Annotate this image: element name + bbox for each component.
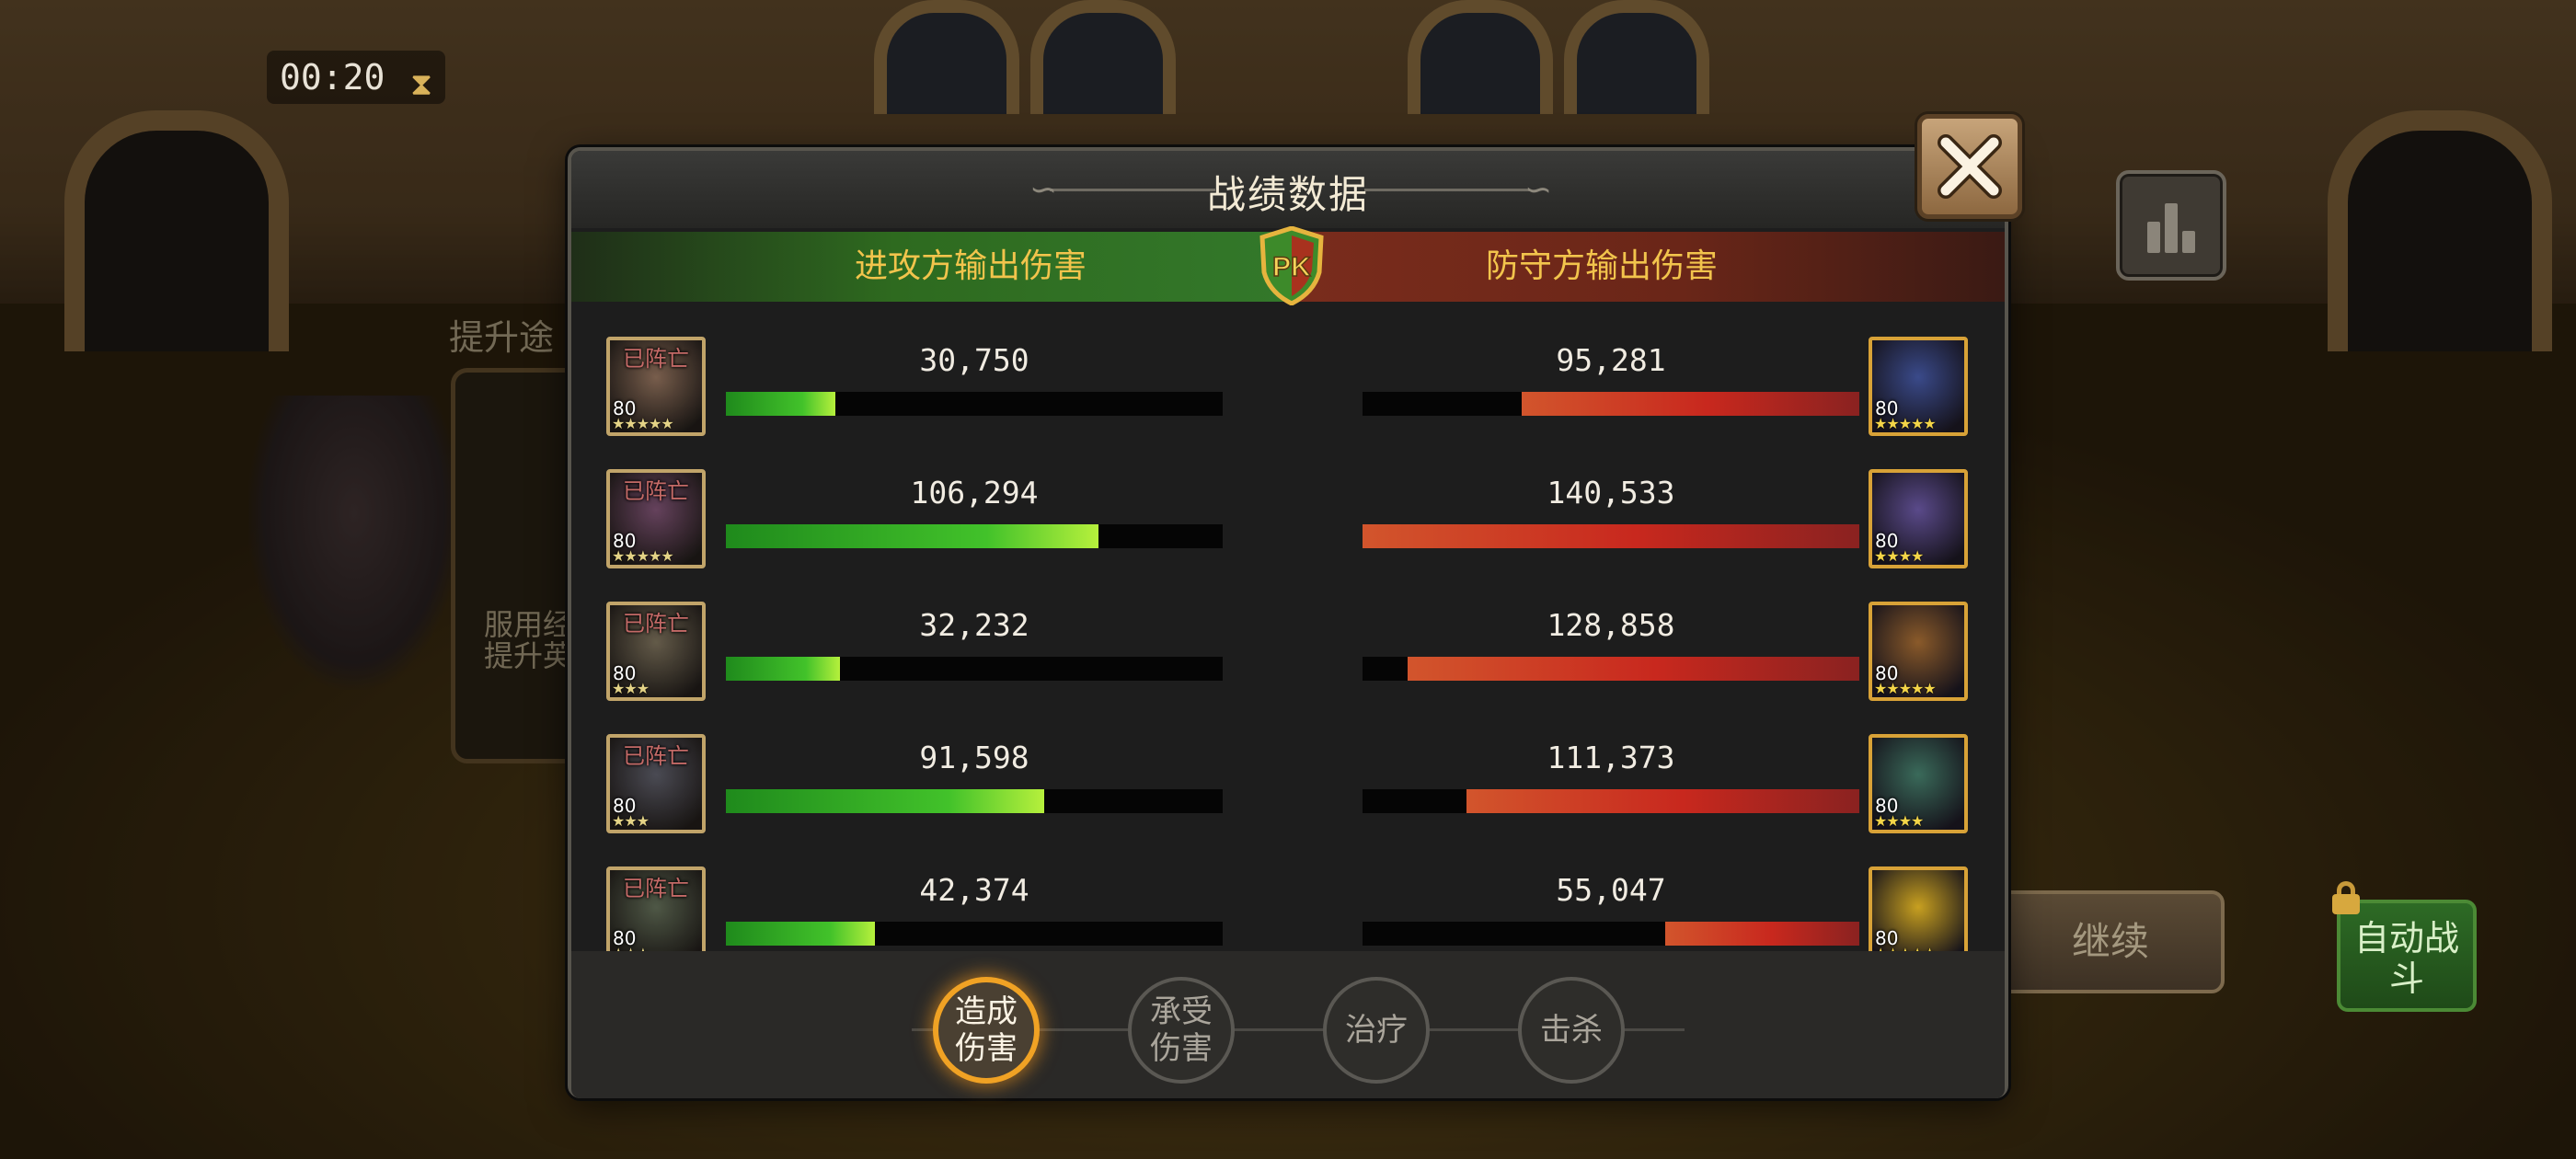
tab-label: 造成伤害 — [955, 993, 1018, 1067]
defender-damage-fill — [1407, 657, 1859, 681]
defender-portrait[interactable]: 80 ★★★★ — [1869, 734, 1968, 833]
modal-header: ∽ ∽ 战绩数据 — [571, 151, 2005, 228]
tab-damage-dealt[interactable]: 造成伤害 — [933, 977, 1040, 1084]
auto-battle-button[interactable]: 自动战斗 — [2337, 900, 2477, 1012]
defender-portrait[interactable]: 80 ★★★★ — [1869, 469, 1968, 568]
attacker-damage-bar — [726, 524, 1223, 548]
star-icon: ★★★★ — [1874, 812, 1924, 830]
star-icon: ★★★★★ — [612, 547, 674, 565]
defender-damage-bar — [1363, 922, 1859, 946]
attacker-portrait[interactable]: 已阵亡 80 ★★★★★ — [606, 469, 706, 568]
tab-label: 击杀 — [1540, 1012, 1603, 1049]
tab-damage-taken[interactable]: 承受伤害 — [1128, 977, 1235, 1084]
defender-damage-fill — [1466, 789, 1859, 813]
close-icon — [1938, 134, 2002, 199]
defender-damage-value: 55,047 — [1556, 872, 1666, 908]
defender-damage-fill — [1665, 922, 1859, 946]
modal-title: 战绩数据 — [1206, 172, 1369, 217]
attacker-damage-bar — [726, 657, 1223, 681]
attacker-damage-bar — [726, 922, 1223, 946]
attacker-label: 进攻方输出伤害 — [855, 247, 1087, 285]
attacker-damage-value: 32,232 — [919, 607, 1029, 643]
attacker-damage-fill — [726, 392, 835, 416]
star-icon: ★★★★★ — [612, 415, 674, 432]
dead-label: 已阵亡 — [623, 478, 689, 504]
defender-damage-value: 140,533 — [1547, 475, 1675, 511]
attacker-portrait[interactable]: 已阵亡 80 ★★★ — [606, 734, 706, 833]
defender-damage-bar — [1363, 524, 1859, 548]
timer-text: 00:20 — [280, 57, 385, 98]
dead-label: 已阵亡 — [623, 346, 689, 372]
attacker-damage-bar — [726, 789, 1223, 813]
defender-damage-value: 111,373 — [1547, 740, 1675, 775]
defender-damage-bar — [1363, 789, 1859, 813]
stats-button[interactable] — [2116, 170, 2226, 281]
stats-row: 已阵亡 80 ★★★ 32,232 128,858 80 ★★★★★ — [571, 602, 2005, 708]
tab-label: 治疗 — [1345, 1012, 1408, 1049]
stats-row: 已阵亡 80 ★★★★★ 106,294 140,533 80 ★★★★ — [571, 469, 2005, 576]
attacker-damage-fill — [726, 657, 841, 681]
stats-row: 已阵亡 80 ★★★★★ 30,750 95,281 80 ★★★★★ — [571, 337, 2005, 443]
attacker-damage-fill — [726, 789, 1044, 813]
attacker-damage-value: 106,294 — [910, 475, 1039, 511]
defender-portrait[interactable]: 80 ★★★★★ — [1869, 602, 1968, 701]
attacker-damage-value: 42,374 — [919, 872, 1029, 908]
tab-kills[interactable]: 击杀 — [1518, 977, 1625, 1084]
defender-portrait[interactable]: 80 ★★★★★ — [1869, 337, 1968, 436]
dead-label: 已阵亡 — [623, 611, 689, 637]
attacker-damage-fill — [726, 922, 875, 946]
dead-label: 已阵亡 — [623, 743, 689, 769]
attacker-damage-value: 91,598 — [919, 740, 1029, 775]
attacker-damage-bar — [726, 392, 1223, 416]
star-icon: ★★★ — [612, 812, 650, 830]
tab-label: 承受伤害 — [1150, 993, 1213, 1067]
defender-damage-fill — [1363, 524, 1859, 548]
battle-timer: 00:20 ⧗ — [267, 51, 445, 104]
defender-damage-value: 95,281 — [1556, 342, 1666, 378]
star-icon: ★★★★★ — [1874, 680, 1937, 697]
attacker-damage-value: 30,750 — [919, 342, 1029, 378]
defender-label: 防守方输出伤害 — [1486, 247, 1719, 285]
lock-icon — [2332, 881, 2360, 914]
pk-text: PK — [1272, 252, 1311, 282]
stats-row: 已阵亡 80 ★★★ 91,598 111,373 80 ★★★★ — [571, 734, 2005, 841]
star-icon: ★★★ — [612, 680, 650, 697]
defender-damage-bar — [1363, 657, 1859, 681]
tab-healing[interactable]: 治疗 — [1323, 977, 1430, 1084]
attacker-portrait[interactable]: 已阵亡 80 ★★★★★ — [606, 337, 706, 436]
defender-damage-bar — [1363, 392, 1859, 416]
defender-damage-fill — [1521, 392, 1859, 416]
close-button[interactable] — [1917, 114, 2022, 219]
star-icon: ★★★★★ — [1874, 415, 1937, 432]
continue-button[interactable]: 继续 — [1996, 890, 2225, 993]
defender-damage-value: 128,858 — [1547, 607, 1675, 643]
hourglass-icon: ⧗ — [410, 66, 432, 103]
dead-label: 已阵亡 — [623, 876, 689, 901]
pk-shield-icon: PK — [1259, 226, 1324, 305]
attacker-portrait[interactable]: 已阵亡 80 ★★★ — [606, 602, 706, 701]
star-icon: ★★★★ — [1874, 547, 1924, 565]
battle-stats-modal: ∽ ∽ 战绩数据 进攻方输出伤害 防守方输出伤害 PK 已阵亡 80 ★★★★★… — [568, 147, 2008, 1098]
attacker-damage-fill — [726, 524, 1098, 548]
stats-tabbar — [571, 951, 2005, 1098]
